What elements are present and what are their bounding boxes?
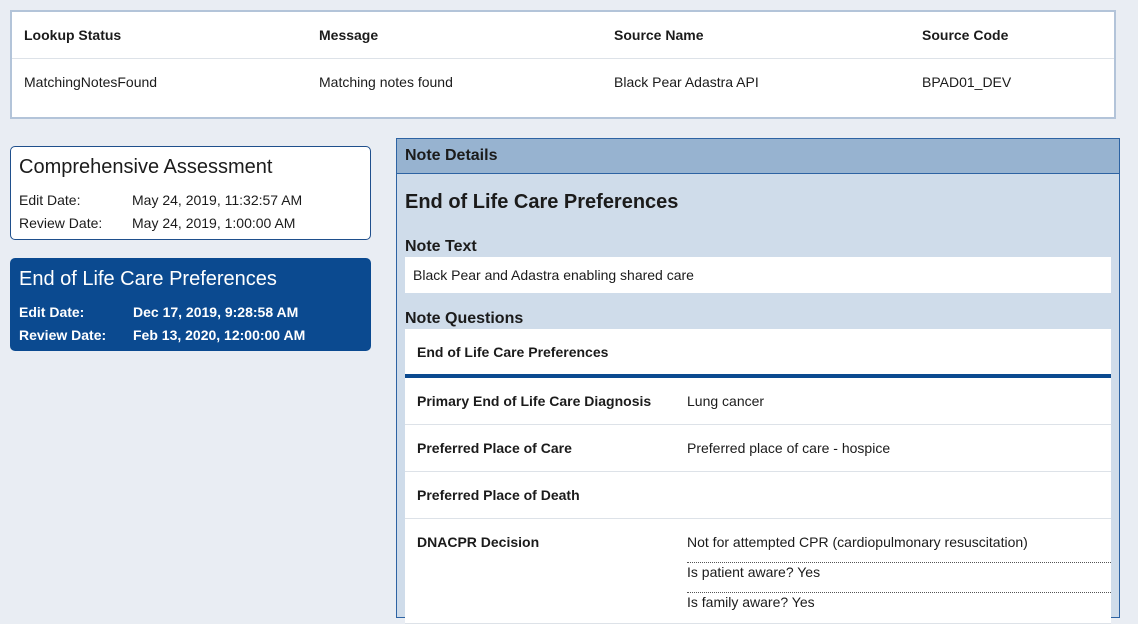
question-row: DNACPR Decision Not for attempted CPR (c… [405,519,1111,624]
lookup-value-row: MatchingNotesFound Matching notes found … [12,59,1114,105]
lookup-message-value: Matching notes found [319,74,453,90]
note-text-label: Note Text [405,238,477,255]
lookup-header-message: Message [319,27,379,43]
note-details-title: End of Life Care Preferences [405,191,679,213]
note-questions-table: End of Life Care Preferences Primary End… [405,329,1111,624]
note-card-review-date: Review Date: Feb 13, 2020, 12:00:00 AM [19,323,362,346]
note-card-title: Comprehensive Assessment [19,156,273,178]
note-card-comprehensive-assessment[interactable]: Comprehensive Assessment Edit Date: May … [10,146,371,240]
lookup-table: Lookup Status Message Source Name Source… [10,10,1116,119]
review-date-label: Review Date: [19,214,103,231]
edit-date-label: Edit Date: [19,303,85,320]
question-answer: Lung cancer [687,393,765,409]
note-details-panel: Note Details End of Life Care Preference… [396,138,1120,624]
review-date-label: Review Date: [19,326,107,343]
question-answer: Preferred place of care - hospice [687,440,891,456]
edit-date-value: May 24, 2019, 11:32:57 AM [132,191,303,208]
lookup-status-value: MatchingNotesFound [24,74,158,90]
note-details-header: Note Details [397,139,1119,174]
question-answer-list: Not for attempted CPR (cardiopulmonary r… [687,533,1111,623]
lookup-header-source-name: Source Name [614,27,704,43]
note-card-title: End of Life Care Preferences [19,268,277,290]
note-questions-label: Note Questions [405,310,524,327]
lookup-source-name-value: Black Pear Adastra API [614,74,759,90]
questions-table-header: End of Life Care Preferences [405,329,1111,378]
note-card-review-date: Review Date: May 24, 2019, 1:00:00 AM [19,211,362,234]
question-label: Preferred Place of Care [417,440,572,456]
edit-date-value: Dec 17, 2019, 9:28:58 AM [133,303,299,320]
question-label: Primary End of Life Care Diagnosis [417,393,652,409]
question-row: Preferred Place of Death [405,472,1111,519]
note-card-edit-date: Edit Date: Dec 17, 2019, 9:28:58 AM [19,300,362,323]
lookup-source-code-value: BPAD01_DEV [922,74,1012,90]
lookup-header-row: Lookup Status Message Source Name Source… [12,12,1114,59]
question-label: DNACPR Decision [417,534,540,550]
edit-date-label: Edit Date: [19,191,81,208]
note-card-end-of-life-care[interactable]: End of Life Care Preferences Edit Date: … [10,258,371,351]
question-row: Primary End of Life Care Diagnosis Lung … [405,378,1111,425]
question-row: Preferred Place of Care Preferred place … [405,425,1111,472]
question-label: Preferred Place of Death [417,487,580,503]
review-date-value: Feb 13, 2020, 12:00:00 AM [133,326,306,343]
note-text-box: Black Pear and Adastra enabling shared c… [405,257,1111,293]
question-answer: Not for attempted CPR (cardiopulmonary r… [687,533,1111,563]
note-card-edit-date: Edit Date: May 24, 2019, 11:32:57 AM [19,188,362,211]
note-text-value: Black Pear and Adastra enabling shared c… [413,267,694,283]
lookup-header-status: Lookup Status [24,27,122,43]
lookup-header-source-code: Source Code [922,27,1009,43]
question-answer: Is family aware? Yes [687,594,815,610]
question-answer: Is patient aware? Yes [687,563,1111,593]
review-date-value: May 24, 2019, 1:00:00 AM [132,214,296,231]
